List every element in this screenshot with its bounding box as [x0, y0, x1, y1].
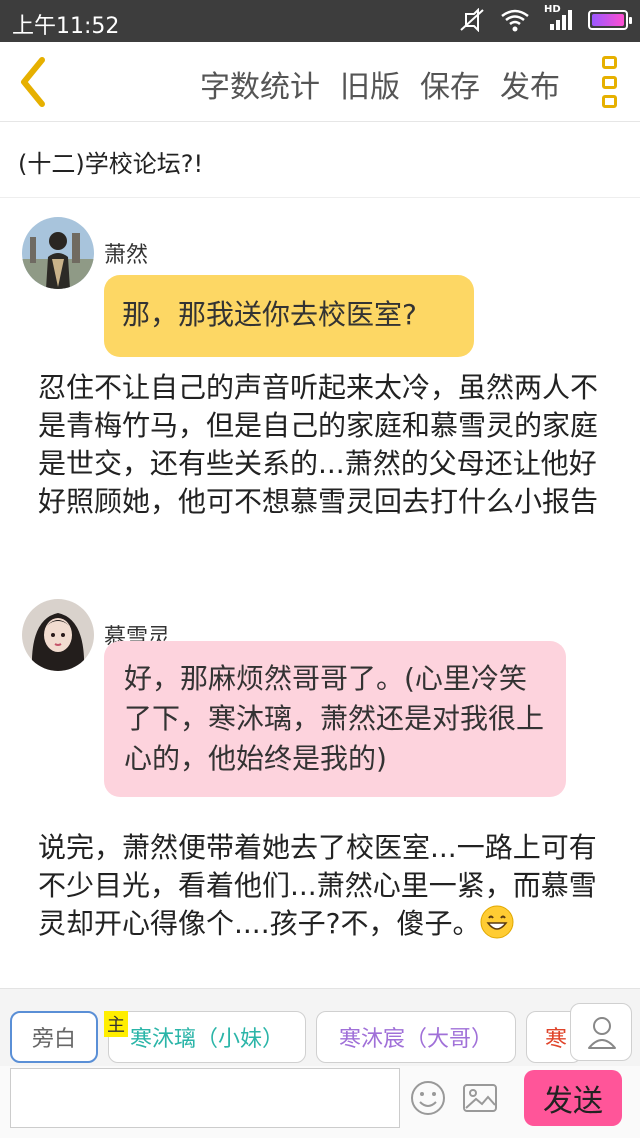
vertical-menu-icon[interactable]: [602, 56, 618, 108]
old-version-button[interactable]: 旧版: [340, 62, 400, 106]
message-bubble: 那，那我送你去校医室?: [104, 275, 474, 357]
chevron-left-icon[interactable]: [14, 54, 54, 110]
avatar: [22, 217, 94, 289]
wifi-icon: [501, 9, 529, 32]
save-button[interactable]: 保存: [420, 62, 480, 106]
smiley-icon[interactable]: [408, 1078, 448, 1118]
mute-vibrate-icon: [460, 8, 484, 32]
image-icon[interactable]: [460, 1078, 500, 1118]
chapter-title[interactable]: (十二)学校论坛?!: [0, 122, 640, 198]
sender-name: 萧然: [104, 243, 149, 268]
narration-text[interactable]: 说完，萧然便带着她去了校医室...一路上可有不少目光，看着他们...萧然心里一紧…: [38, 829, 598, 943]
send-button[interactable]: 发送: [524, 1070, 622, 1126]
character-chip-hanmuchen[interactable]: 寒沐宸（大哥）: [316, 1011, 516, 1063]
character-profile-button[interactable]: [570, 1003, 632, 1061]
host-tag: 主: [104, 1011, 128, 1037]
story-content: 萧然 那，那我送你去校医室? 忍住不让自己的声音听起来太冷，虽然两人不是青梅竹马…: [0, 199, 640, 988]
message-input[interactable]: [10, 1068, 400, 1128]
message-bubble: 好，那麻烦然哥哥了。(心里冷笑了下，寒沐璃，萧然还是对我很上心的，他始终是我的): [104, 641, 566, 797]
signal-icon: HD: [544, 4, 574, 32]
editor-toolbar: 字数统计 旧版 保存 发布: [0, 42, 640, 122]
status-time: 上午11:52: [12, 14, 120, 39]
status-bar: 上午11:52 HD: [0, 0, 640, 42]
narration-text[interactable]: 忍住不让自己的声音听起来太冷，虽然两人不是青梅竹马，但是自己的家庭和慕雪灵的家庭…: [38, 369, 598, 521]
input-bar: 发送: [0, 1066, 640, 1138]
character-selector: 旁白 寒沐璃（小妹） 主 寒沐宸（大哥） 寒: [0, 988, 640, 1066]
publish-button[interactable]: 发布: [500, 62, 560, 106]
character-chip-narrator[interactable]: 旁白: [10, 1011, 98, 1063]
avatar: [22, 599, 94, 671]
character-chip-hanmuli[interactable]: 寒沐璃（小妹）: [108, 1011, 306, 1063]
word-count-button[interactable]: 字数统计: [200, 62, 320, 106]
person-icon: [588, 1017, 616, 1049]
battery-icon: [588, 10, 632, 30]
grinning-face-icon: [480, 905, 514, 939]
